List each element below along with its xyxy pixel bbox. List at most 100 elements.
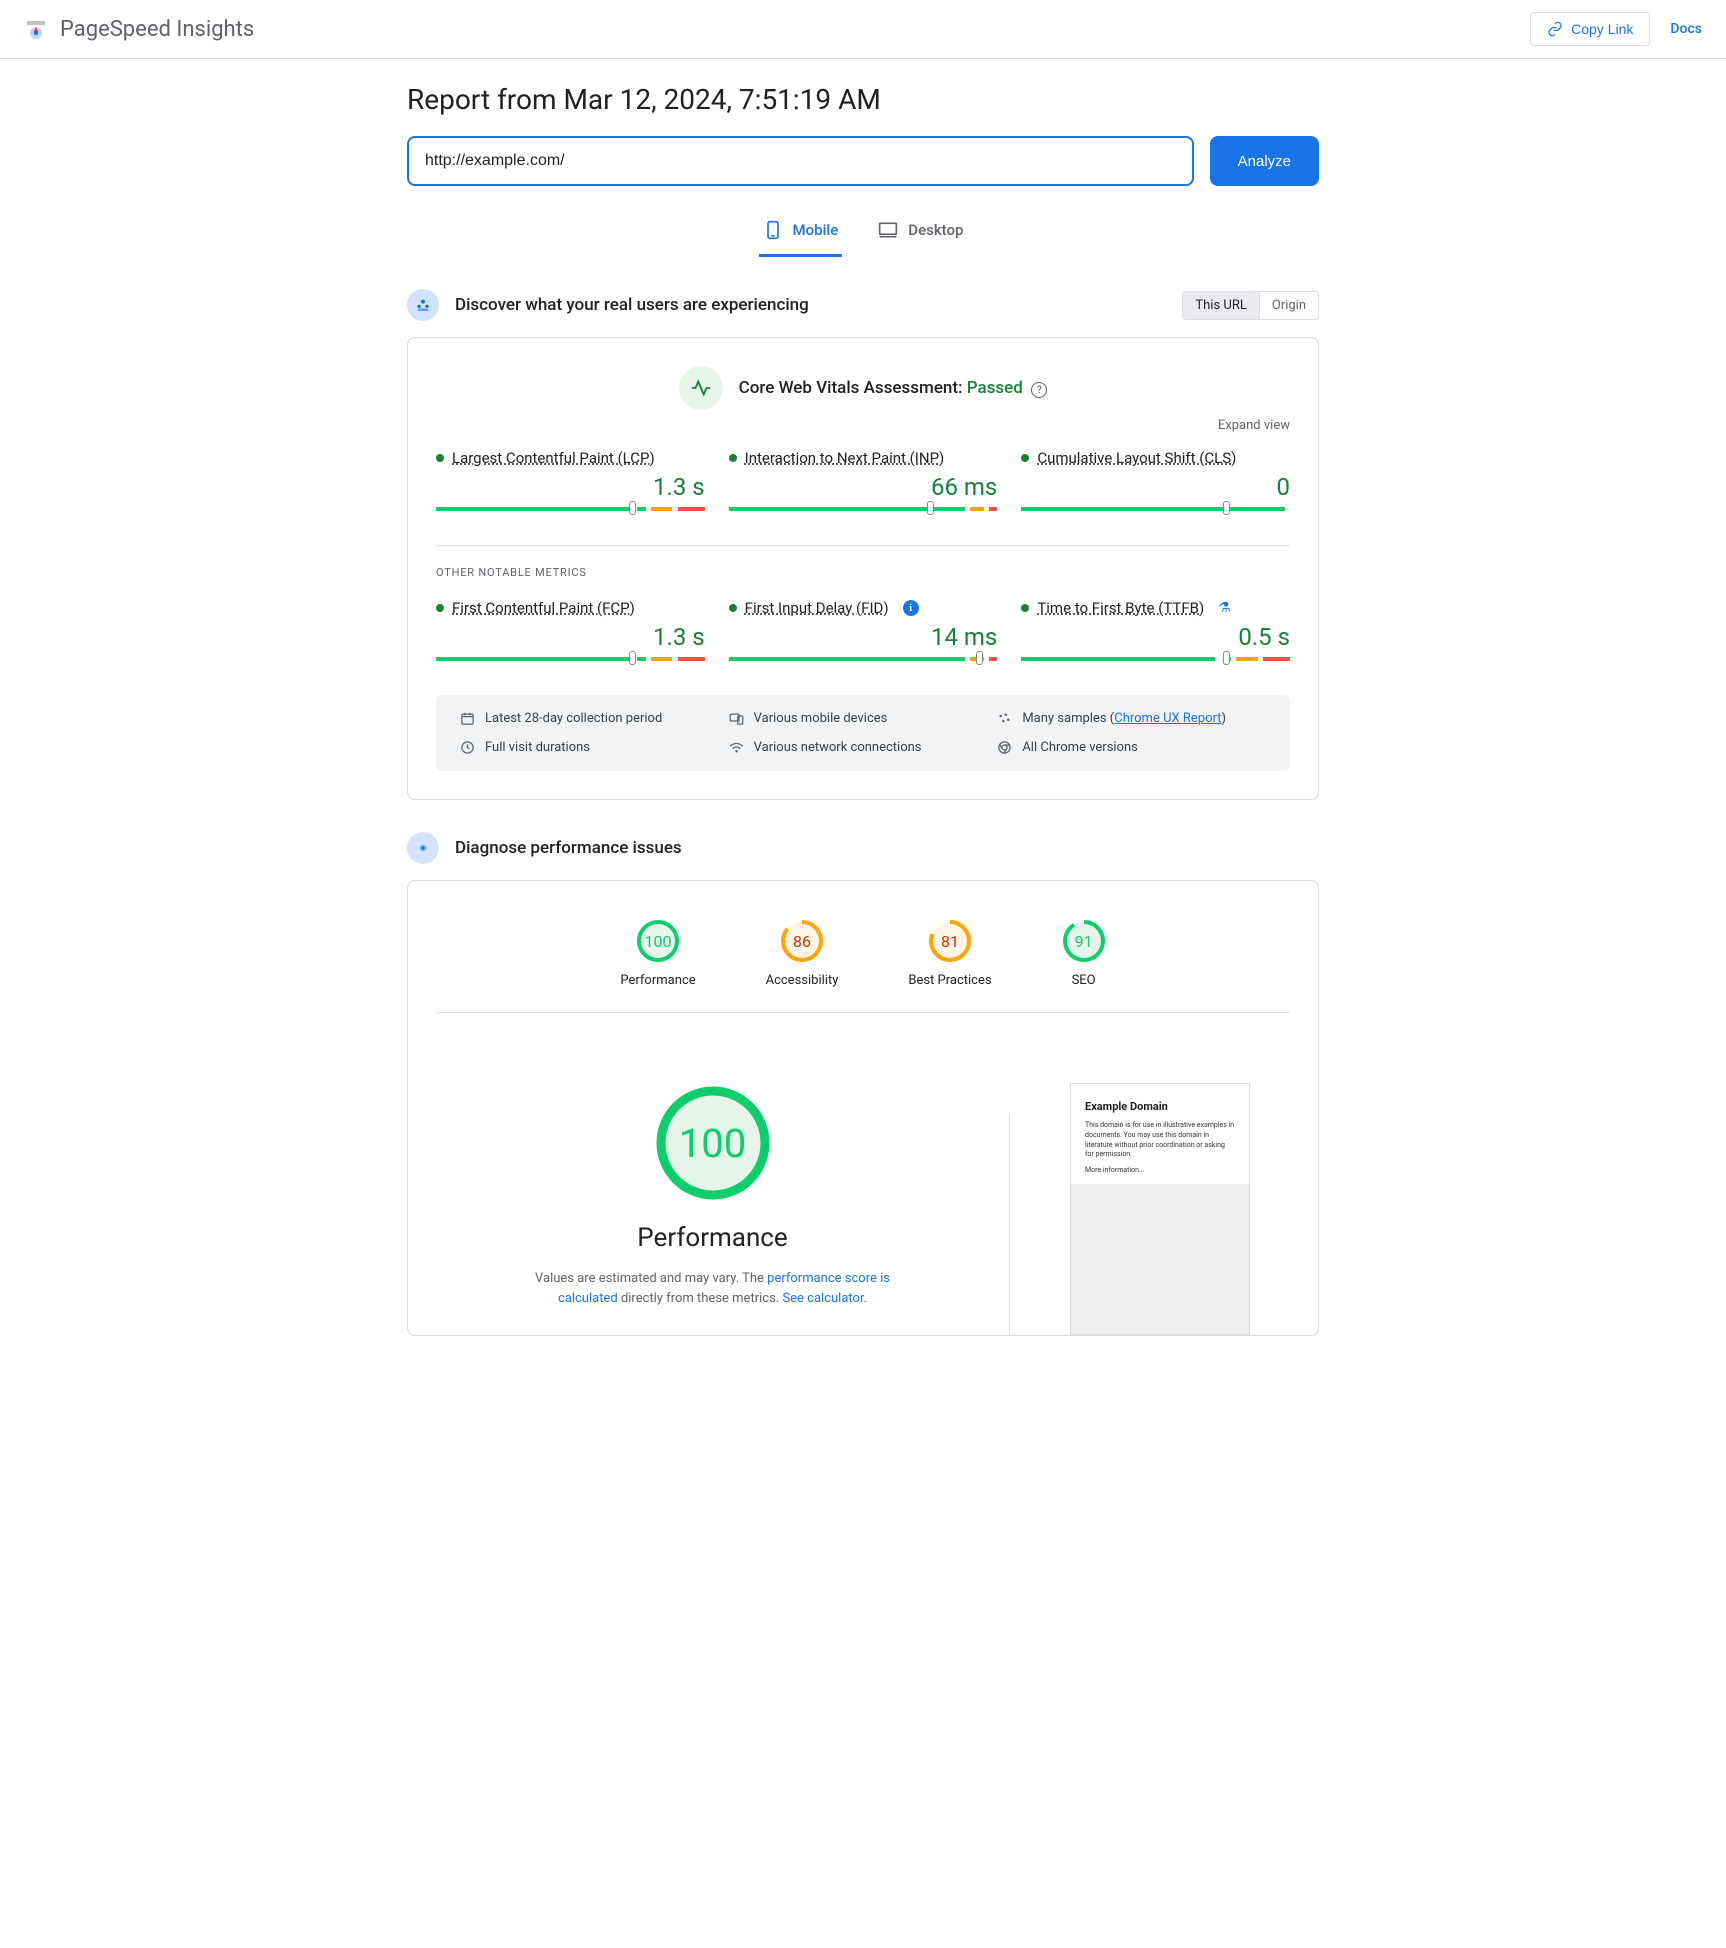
duration-text: Full visit durations (485, 740, 590, 755)
preview-body: This domain is for use in illustrative e… (1085, 1121, 1235, 1160)
diagnose-icon (407, 832, 439, 864)
score-accessibility[interactable]: 86 Accessibility (766, 919, 839, 988)
core-metrics: Largest Contentful Paint (LCP) 1.3 s Int… (436, 449, 1290, 521)
toggle-origin[interactable]: Origin (1260, 292, 1318, 319)
score-label: Performance (620, 973, 695, 988)
cwv-label: Core Web Vitals Assessment: (739, 378, 967, 398)
metric-inp[interactable]: Interaction to Next Paint (INP) 66 ms (729, 449, 998, 521)
network-icon (729, 740, 744, 755)
clock-icon (460, 740, 475, 755)
divider (436, 1012, 1290, 1013)
other-metrics-label: OTHER NOTABLE METRICS (436, 566, 1290, 579)
collection-info: Latest 28-day collection period Various … (436, 695, 1290, 771)
score-best-practices[interactable]: 81 Best Practices (908, 919, 991, 988)
distribution-bar (436, 657, 705, 663)
metric-lcp[interactable]: Largest Contentful Paint (LCP) 1.3 s (436, 449, 705, 521)
metric-name: First Contentful Paint (FCP) (452, 599, 635, 617)
see-calc-link[interactable]: See calculator. (782, 1291, 867, 1306)
devices-text: Various mobile devices (754, 711, 888, 726)
diagnose-title: Diagnose performance issues (455, 838, 682, 858)
samples-icon (997, 711, 1012, 726)
header-actions: Copy Link Docs (1530, 12, 1702, 46)
distribution-bar (729, 507, 998, 513)
discover-icon (407, 289, 439, 321)
chrome-icon (997, 740, 1012, 755)
score-label: Accessibility (766, 973, 839, 988)
status-dot-icon (1021, 454, 1029, 462)
big-score-value: 100 (653, 1083, 773, 1203)
scope-toggle: This URL Origin (1182, 291, 1319, 320)
app-header: PageSpeed Insights Copy Link Docs (0, 0, 1726, 59)
tab-desktop-label: Desktop (908, 221, 963, 239)
cwv-status: Passed (967, 378, 1023, 398)
status-dot-icon (436, 604, 444, 612)
tab-mobile-label: Mobile (793, 221, 839, 239)
cwv-pass-icon (679, 366, 723, 410)
other-metrics: First Contentful Paint (FCP) 1.3 s First… (436, 599, 1290, 671)
metric-value: 66 ms (729, 473, 998, 501)
score-seo[interactable]: 91 SEO (1062, 919, 1106, 988)
cwv-header: Core Web Vitals Assessment: Passed ? (436, 366, 1290, 410)
device-tabs: Mobile Desktop (407, 210, 1319, 257)
report-title: Report from Mar 12, 2024, 7:51:19 AM (407, 83, 1319, 116)
metric-name: Interaction to Next Paint (INP) (745, 449, 945, 467)
big-gauge: 100 (653, 1083, 773, 1203)
score-value: 81 (928, 919, 972, 963)
metric-name: Cumulative Layout Shift (CLS) (1037, 449, 1236, 467)
period-text: Latest 28-day collection period (485, 711, 662, 726)
metric-value: 0.5 s (1021, 623, 1290, 651)
link-icon (1547, 21, 1563, 37)
distribution-bar (1021, 657, 1290, 663)
brand-text: PageSpeed Insights (60, 17, 254, 42)
diagnose-header: Diagnose performance issues (407, 832, 1319, 864)
perf-description: Values are estimated and may vary. The p… (513, 1269, 913, 1308)
distribution-bar (1021, 507, 1290, 513)
status-dot-icon (436, 454, 444, 462)
metric-cls[interactable]: Cumulative Layout Shift (CLS) 0 (1021, 449, 1290, 521)
toggle-this-url[interactable]: This URL (1183, 292, 1259, 319)
distribution-bar (436, 507, 705, 513)
copy-link-label: Copy Link (1571, 21, 1633, 37)
preview-title: Example Domain (1085, 1100, 1235, 1113)
score-performance[interactable]: 100 Performance (620, 919, 695, 988)
calendar-icon (460, 711, 475, 726)
metric-value: 0 (1021, 473, 1290, 501)
score-value: 100 (636, 919, 680, 963)
preview-blank (1071, 1184, 1249, 1334)
mobile-icon (763, 220, 783, 240)
info-badge-icon[interactable] (903, 600, 919, 616)
brand: PageSpeed Insights (24, 17, 254, 42)
psi-logo-icon (24, 17, 48, 41)
url-form: Analyze (407, 136, 1319, 186)
lighthouse-card: 100 Performance 86 Accessibility 81 Best… (407, 880, 1319, 1336)
distribution-bar (729, 657, 998, 663)
copy-link-button[interactable]: Copy Link (1530, 12, 1650, 46)
analyze-button[interactable]: Analyze (1210, 136, 1319, 186)
status-dot-icon (729, 604, 737, 612)
preview-more: More information... (1085, 1166, 1235, 1174)
vertical-divider (1009, 1113, 1010, 1335)
score-value: 91 (1062, 919, 1106, 963)
cwv-assessment: Core Web Vitals Assessment: Passed ? (739, 378, 1048, 399)
scores-row: 100 Performance 86 Accessibility 81 Best… (436, 909, 1290, 1012)
metric-ttfb[interactable]: Time to First Byte (TTFB)⚗ 0.5 s (1021, 599, 1290, 671)
status-dot-icon (729, 454, 737, 462)
metric-name: Time to First Byte (TTFB) (1037, 599, 1204, 617)
metric-fid[interactable]: First Input Delay (FID) 14 ms (729, 599, 998, 671)
score-label: SEO (1062, 973, 1106, 988)
tab-mobile[interactable]: Mobile (759, 210, 843, 257)
metric-name: First Input Delay (FID) (745, 599, 889, 617)
url-input[interactable] (407, 136, 1194, 186)
expand-view-link[interactable]: Expand view (436, 418, 1290, 433)
score-value: 86 (780, 919, 824, 963)
crux-link[interactable]: Chrome UX Report (1114, 711, 1221, 726)
metric-value: 1.3 s (436, 623, 705, 651)
tab-desktop[interactable]: Desktop (874, 210, 967, 257)
field-data-card: Core Web Vitals Assessment: Passed ? Exp… (407, 337, 1319, 800)
metric-value: 14 ms (729, 623, 998, 651)
info-icon[interactable]: ? (1031, 382, 1047, 398)
network-text: Various network connections (754, 740, 922, 755)
docs-link[interactable]: Docs (1670, 21, 1702, 37)
metric-fcp[interactable]: First Contentful Paint (FCP) 1.3 s (436, 599, 705, 671)
status-dot-icon (1021, 604, 1029, 612)
